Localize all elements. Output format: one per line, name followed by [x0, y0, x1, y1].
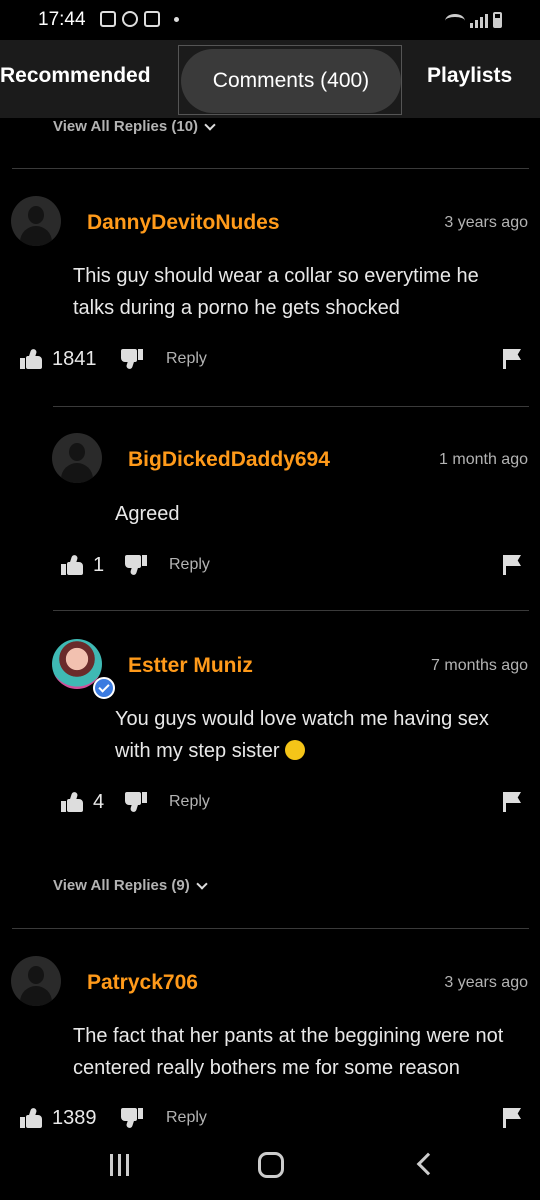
whatsapp-icon	[122, 11, 138, 27]
comment-text: Agreed	[115, 503, 180, 525]
flag-icon[interactable]	[503, 555, 521, 575]
tab-comments-focus: Comments (400)	[178, 45, 402, 115]
flag-icon[interactable]	[503, 792, 521, 812]
chevron-down-icon	[204, 118, 216, 131]
tab-bar: Recommended Comments (400) Playlists	[0, 40, 540, 118]
default-user-icon	[69, 443, 85, 461]
thumbs-up-icon	[20, 348, 42, 369]
comment-text: The fact that her pants at the beggining…	[73, 1025, 504, 1079]
comment-text: This guy should wear a collar so everyti…	[73, 265, 479, 319]
divider	[53, 406, 529, 407]
system-nav-bar	[0, 1130, 540, 1200]
avatar[interactable]	[11, 196, 61, 246]
view-all-replies-label: View All Replies (9)	[53, 877, 190, 894]
like-count: 1	[93, 553, 105, 576]
dislike-button[interactable]	[121, 1103, 143, 1133]
divider	[53, 610, 529, 611]
reply-button[interactable]: Reply	[166, 350, 207, 368]
comment-time: 1 month ago	[439, 451, 528, 468]
more-notifications-icon	[174, 16, 179, 22]
battery-icon	[493, 12, 502, 28]
comment-username[interactable]: DannyDevitoNudes	[87, 211, 280, 235]
tab-comments[interactable]: Comments (400)	[181, 49, 401, 113]
thumbs-up-icon	[61, 554, 83, 575]
signal-icon	[470, 14, 488, 28]
recent-apps-icon[interactable]	[110, 1154, 132, 1176]
comment-username[interactable]: Patryck706	[87, 971, 198, 995]
flag-icon[interactable]	[503, 349, 521, 369]
comment-time: 3 years ago	[444, 214, 528, 231]
avatar[interactable]	[11, 956, 61, 1006]
avatar[interactable]	[52, 433, 102, 483]
thumbs-down-icon	[125, 792, 147, 813]
thumbs-up-icon	[61, 791, 83, 812]
divider	[12, 168, 529, 169]
tab-recommended[interactable]: Recommended	[0, 64, 151, 88]
view-all-replies-link[interactable]: View All Replies (9)	[53, 877, 208, 894]
like-button[interactable]: 1841	[20, 344, 97, 374]
mail-icon	[144, 11, 160, 27]
grinning-emoji-icon	[285, 740, 306, 760]
dislike-button[interactable]	[121, 344, 143, 374]
verified-badge-icon	[93, 677, 115, 699]
comment-time: 7 months ago	[431, 657, 528, 674]
gallery-icon	[100, 11, 116, 27]
dislike-button[interactable]	[125, 550, 147, 580]
comment-time: 3 years ago	[444, 974, 528, 991]
wifi-icon	[445, 14, 465, 28]
thumbs-down-icon	[121, 349, 143, 370]
comment-username[interactable]: Estter Muniz	[128, 654, 253, 678]
like-count: 1841	[52, 347, 97, 370]
divider	[12, 928, 529, 929]
like-count: 1389	[52, 1106, 97, 1129]
like-button[interactable]: 1	[61, 550, 104, 580]
notification-icons	[100, 11, 179, 27]
reply-button[interactable]: Reply	[166, 1109, 207, 1127]
status-bar: 17:44	[0, 0, 540, 40]
tab-playlists[interactable]: Playlists	[427, 64, 512, 88]
flag-icon[interactable]	[503, 1108, 521, 1128]
status-time: 17:44	[38, 9, 86, 30]
dislike-button[interactable]	[125, 787, 147, 817]
back-icon[interactable]	[416, 1152, 440, 1176]
home-icon[interactable]	[258, 1152, 284, 1178]
chevron-down-icon	[196, 877, 208, 890]
comment-text: You guys would love watch me having sex …	[115, 703, 525, 767]
reply-button[interactable]: Reply	[169, 556, 210, 574]
view-all-replies-label: View All Replies (10)	[53, 118, 199, 135]
default-user-icon	[28, 206, 44, 224]
thumbs-down-icon	[125, 555, 147, 576]
default-user-icon	[28, 966, 44, 984]
reply-button[interactable]: Reply	[169, 793, 210, 811]
like-count: 4	[93, 790, 105, 813]
like-button[interactable]: 1389	[20, 1103, 97, 1133]
system-icons	[445, 12, 502, 28]
comment-username[interactable]: BigDickedDaddy694	[128, 448, 330, 472]
view-all-replies-link[interactable]: View All Replies (10)	[53, 118, 216, 135]
thumbs-down-icon	[121, 1108, 143, 1129]
like-button[interactable]: 4	[61, 787, 104, 817]
thumbs-up-icon	[20, 1107, 42, 1128]
